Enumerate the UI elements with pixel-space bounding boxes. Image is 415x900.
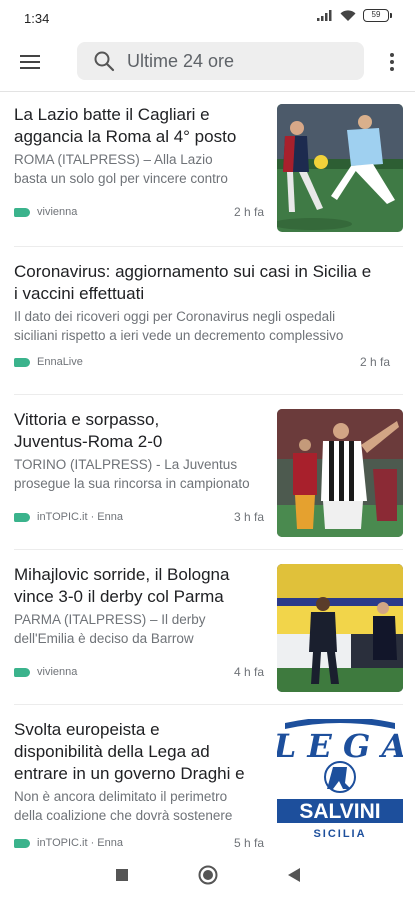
back-triangle-icon	[288, 868, 300, 882]
news-meta: vivienna 2 h fa	[14, 205, 264, 221]
news-thumbnail	[277, 104, 403, 232]
svg-text:SICILIA: SICILIA	[313, 828, 366, 840]
source-tag-icon	[14, 358, 30, 367]
status-bar: 1:34 59	[0, 0, 415, 36]
news-meta: EnnaLive 2 h fa	[14, 355, 390, 371]
item-separator	[14, 549, 403, 550]
news-snippet: ROMA (ITALPRESS) – Alla Lazio basta un s…	[14, 152, 228, 186]
news-item[interactable]: Svolta europeista e disponibilità della …	[0, 719, 415, 850]
search-bar[interactable]: Ultime 24 ore	[77, 42, 364, 80]
svg-text:L E G A: L E G A	[277, 727, 403, 765]
news-title: Vittoria e sorpasso, Juventus-Roma 2-0	[14, 410, 163, 451]
wifi-icon	[340, 9, 356, 21]
news-thumbnail: L E G A SALVINI SICILIA	[277, 719, 403, 847]
news-snippet: Non è ancora delimitato il perimetro del…	[14, 789, 233, 823]
news-time: 3 h fa	[233, 510, 264, 524]
home-button[interactable]	[197, 864, 219, 886]
news-snippet: PARMA (ITALPRESS) – Il derby dell'Emilia…	[14, 612, 206, 646]
search-query-text: Ultime 24 ore	[127, 51, 235, 71]
more-options-button[interactable]	[380, 48, 404, 76]
item-separator	[14, 246, 403, 247]
svg-text:SALVINI: SALVINI	[299, 800, 380, 823]
news-item[interactable]: Vittoria e sorpasso, Juventus-Roma 2-0 T…	[0, 409, 415, 537]
app-bar: Ultime 24 ore	[0, 40, 415, 84]
news-thumbnail	[277, 564, 403, 692]
news-time: 4 h fa	[233, 665, 264, 679]
football-photo-icon	[277, 104, 403, 232]
news-item[interactable]: Coronavirus: aggiornamento sui casi in S…	[0, 261, 415, 379]
back-button[interactable]	[283, 864, 305, 886]
lega-logo-icon: L E G A SALVINI SICILIA	[277, 719, 403, 847]
news-time: 2 h fa	[233, 205, 264, 219]
recent-apps-button[interactable]	[111, 864, 133, 886]
news-source: inTOPIC.it · Enna	[37, 511, 123, 523]
menu-button[interactable]	[16, 48, 44, 76]
news-source: EnnaLive	[37, 356, 83, 368]
source-tag-icon	[14, 513, 30, 522]
football-photo-icon	[277, 409, 403, 537]
news-item[interactable]: La Lazio batte il Cagliari e aggancia la…	[0, 104, 415, 244]
square-icon	[116, 869, 128, 881]
news-title: Coronavirus: aggiornamento sui casi in S…	[14, 262, 372, 303]
news-snippet: TORINO (ITALPRESS) - La Juventus prosegu…	[14, 457, 250, 491]
signal-icon	[317, 10, 332, 21]
news-source: vivienna	[37, 206, 78, 218]
more-vertical-icon	[390, 53, 394, 71]
battery-icon: 59	[363, 9, 392, 22]
hamburger-menu-icon	[20, 55, 40, 69]
news-snippet: Il dato dei ricoveri oggi per Coronaviru…	[14, 309, 344, 343]
home-circle-icon	[198, 865, 218, 885]
news-source: vivienna	[37, 666, 78, 678]
source-tag-icon	[14, 208, 30, 217]
source-tag-icon	[14, 668, 30, 677]
system-nav-bar	[0, 848, 415, 900]
news-title: Svolta europeista e disponibilità della …	[14, 720, 245, 783]
status-time: 1:34	[24, 11, 50, 26]
news-meta: vivienna 4 h fa	[14, 665, 264, 681]
news-item[interactable]: Mihajlovic sorride, il Bologna vince 3-0…	[0, 564, 415, 692]
news-title: La Lazio batte il Cagliari e aggancia la…	[14, 105, 237, 146]
header-divider	[0, 91, 415, 92]
news-meta: inTOPIC.it · Enna 3 h fa	[14, 510, 264, 526]
item-separator	[14, 394, 403, 395]
search-icon	[94, 51, 115, 72]
news-title: Mihajlovic sorride, il Bologna vince 3-0…	[14, 565, 230, 606]
football-photo-icon	[277, 564, 403, 692]
news-time: 2 h fa	[359, 355, 390, 369]
status-icons: 59	[317, 9, 392, 22]
news-thumbnail	[277, 409, 403, 537]
source-tag-icon	[14, 839, 30, 848]
item-separator	[14, 704, 403, 705]
